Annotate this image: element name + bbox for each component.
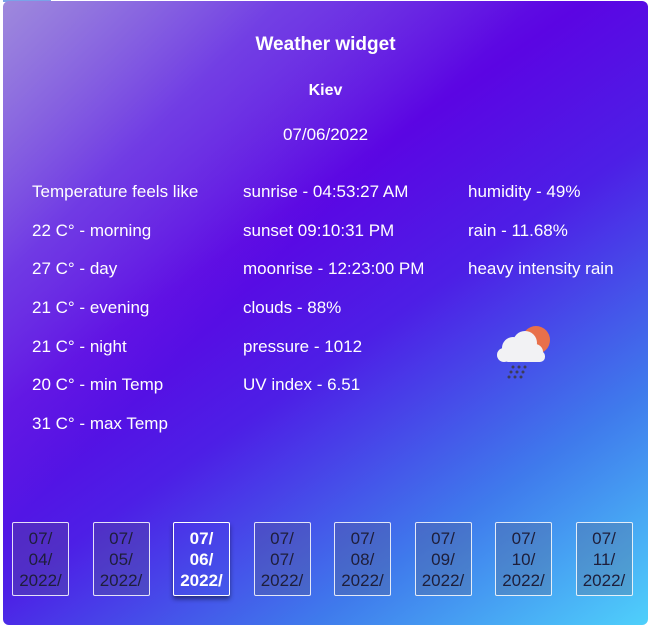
rain: rain - 11.68% <box>468 220 568 240</box>
city-name: Kiev <box>308 82 343 99</box>
day-date: 04/ <box>28 549 53 569</box>
day-date: 10/ <box>511 549 536 569</box>
conditions-column: humidity - 49% rain - 11.68% heavy inten… <box>468 182 614 298</box>
widget-title: Weather widget <box>255 34 396 55</box>
day-year: 2022/ <box>341 570 384 590</box>
day-year: 2022/ <box>99 570 143 590</box>
temp-night: 21 C° - night <box>32 336 127 356</box>
pressure: pressure - 1012 <box>243 336 363 356</box>
sunrise: sunrise - 04:53:27 AM <box>243 182 409 201</box>
day-month: 07/ <box>511 528 536 548</box>
weather-description: heavy intensity rain <box>468 259 614 279</box>
day-month: 07/ <box>189 528 214 548</box>
day-button-07-10[interactable]: 07/10/2022/ <box>495 522 552 596</box>
day-button-07-04[interactable]: 07/04/2022/ <box>12 522 69 596</box>
temp-min: 20 C° - min Temp <box>32 375 164 395</box>
current-date: 07/06/2022 <box>282 125 369 144</box>
temp-evening: 21 C° - evening <box>32 298 150 318</box>
day-date: 07/ <box>270 549 294 569</box>
day-month: 07/ <box>109 528 133 548</box>
uv-index: UV index - 6.51 <box>243 375 361 395</box>
day-date: 11/ <box>592 549 616 569</box>
day-year: 2022/ <box>260 570 304 590</box>
day-selector: 07/04/2022/ 07/05/2022/ 07/06/2022/ 07/0… <box>12 522 642 598</box>
day-month: 07/ <box>28 528 53 548</box>
day-date: 08/ <box>350 549 375 569</box>
day-year: 2022/ <box>19 570 62 590</box>
day-button-07-07[interactable]: 07/07/2022/ <box>253 522 311 596</box>
details-column: sunrise - 04:53:27 AM sunset 09:10:31 PM… <box>243 182 424 414</box>
weather-widget: Weather widget Kiev 07/06/2022 Temperatu… <box>3 1 648 625</box>
day-month: 07/ <box>270 528 294 548</box>
moonrise: moonrise - 12:23:00 PM <box>243 259 425 279</box>
day-date: 09/ <box>431 549 455 569</box>
humidity: humidity - 49% <box>468 182 581 201</box>
temp-morning: 22 C° - morning <box>32 220 152 240</box>
day-year: 2022/ <box>502 570 545 590</box>
day-date: 06/ <box>189 549 214 569</box>
temperature-column: Temperature feels like 22 C° - morning 2… <box>32 182 198 453</box>
temp-feels-like-label: Temperature feels like <box>32 182 199 201</box>
day-month: 07/ <box>431 528 455 548</box>
day-date: 05/ <box>109 549 133 569</box>
day-year: 2022/ <box>180 570 223 590</box>
day-button-07-06[interactable]: 07/06/2022/ <box>173 522 230 596</box>
day-button-07-11[interactable]: 07/11/2022/ <box>575 522 633 596</box>
day-month: 07/ <box>350 528 375 548</box>
day-button-07-05[interactable]: 07/05/2022/ <box>92 522 150 596</box>
temp-max: 31 C° - max Temp <box>32 414 168 434</box>
clouds: clouds - 88% <box>243 298 342 318</box>
sunset: sunset 09:10:31 PM <box>243 220 395 240</box>
temp-day: 27 C° - day <box>32 259 118 279</box>
day-month: 07/ <box>592 528 616 548</box>
day-year: 2022/ <box>582 570 626 590</box>
day-button-07-09[interactable]: 07/09/2022/ <box>414 522 472 596</box>
day-year: 2022/ <box>421 570 465 590</box>
day-button-07-08[interactable]: 07/08/2022/ <box>334 522 391 596</box>
cloud-sun-rain-icon <box>497 326 550 379</box>
